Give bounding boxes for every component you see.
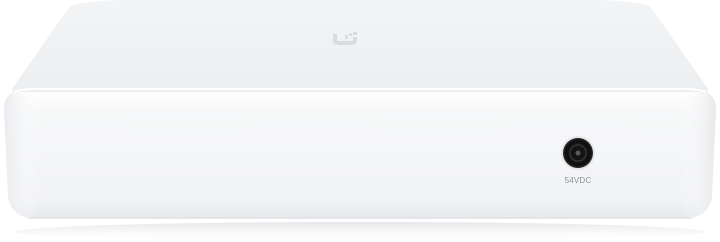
dc-barrel-jack-icon (561, 136, 595, 170)
device-illustration (4, 0, 716, 242)
device-front-shading (4, 92, 716, 218)
device-top-surface (12, 0, 708, 96)
device-scene: 54VDC (0, 0, 720, 242)
floor-shadow (15, 222, 705, 242)
power-port-label: 54VDC (564, 176, 592, 185)
